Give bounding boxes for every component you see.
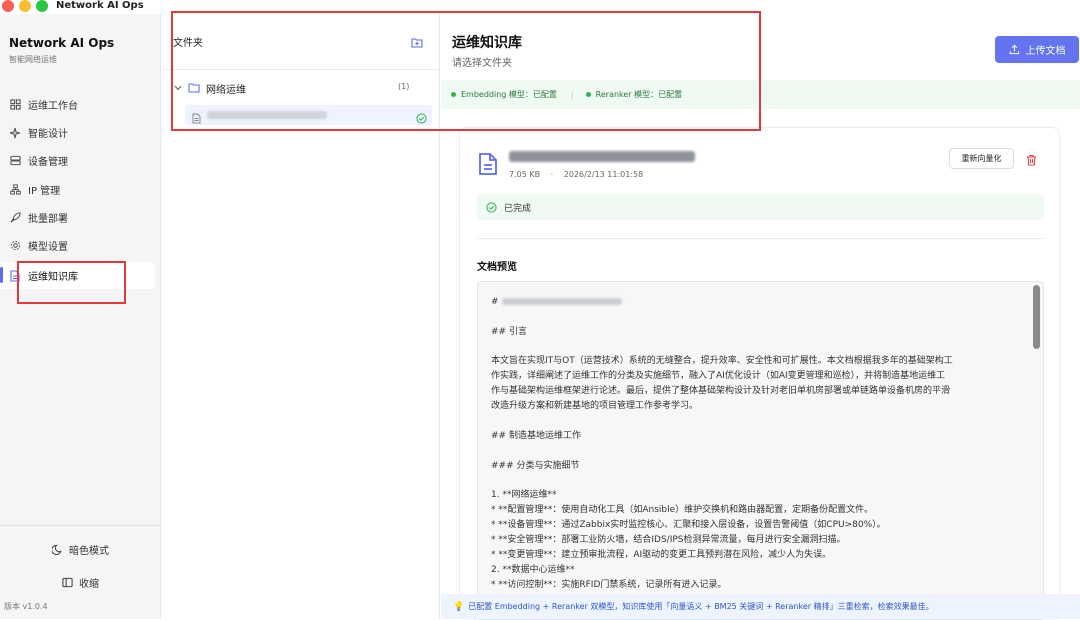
redacted-file-name xyxy=(207,111,327,119)
network-icon xyxy=(9,184,21,196)
sidebar: Network AI Ops 智能网络运维 运维工作台 智能设计 设备管理 IP… xyxy=(0,14,161,619)
retrieval-tip: 💡 已配置 Embedding + Reranker 双模型，知识库使用「向量语… xyxy=(441,594,1080,619)
preview-line: 本文旨在实现IT与OT（运营技术）系统的无缝整合，提升效率、安全性和可扩展性。本… xyxy=(491,356,953,366)
preview-line: 作与基础架构运维框架进行论述。最后，提供了整体基础架构设计及针对老旧单机房部署或… xyxy=(491,386,951,396)
page-subtitle: 请选择文件夹 xyxy=(452,58,512,69)
sidebar-item-label: 运维知识库 xyxy=(28,272,78,283)
model-status-bar: Embedding 模型：已配置 | Reranker 模型：已配置 xyxy=(441,80,1080,109)
embedding-status: Embedding 模型：已配置 xyxy=(461,90,557,99)
preview-line: ## 引言 xyxy=(491,327,527,337)
document-icon xyxy=(478,152,500,178)
document-card: 7.05 KB · 2026/2/13 11:01:58 重新向量化 已完成 文… xyxy=(459,127,1060,620)
sidebar-item-label: IP 管理 xyxy=(28,186,61,197)
preview-line: 改造升级方案和新建基地的项目管理工作参考学习。 xyxy=(491,401,699,411)
new-folder-icon[interactable] xyxy=(411,33,423,48)
upload-document-button[interactable]: 上传文档 xyxy=(995,36,1079,63)
status-separator: | xyxy=(570,90,574,99)
file-icon xyxy=(192,109,201,128)
sidebar-item-model-settings[interactable]: 模型设置 xyxy=(0,232,155,259)
sparkle-icon xyxy=(9,127,21,139)
dark-mode-label: 暗色模式 xyxy=(69,546,109,557)
minimize-window-button[interactable] xyxy=(19,0,31,12)
sidebar-item-workbench[interactable]: 运维工作台 xyxy=(0,91,155,118)
sidebar-item-label: 智能设计 xyxy=(28,129,68,140)
zoom-window-button[interactable] xyxy=(36,0,48,12)
meta-dot: · xyxy=(550,170,554,179)
app-brand: Network AI Ops xyxy=(9,36,115,50)
sidebar-item-devices[interactable]: 设备管理 xyxy=(0,147,155,174)
sidebar-item-ip[interactable]: IP 管理 xyxy=(0,176,155,203)
preview-line: # xyxy=(491,297,499,307)
chevron-down-icon[interactable] xyxy=(174,85,182,91)
status-dot xyxy=(585,92,591,97)
preview-title: 文档预览 xyxy=(477,262,517,273)
upload-icon xyxy=(1009,44,1020,55)
document-meta: 7.05 KB · 2026/2/13 11:01:58 xyxy=(509,170,643,179)
preview-line: ## 制造基地运维工作 xyxy=(491,431,581,441)
window-title: Network AI Ops xyxy=(56,0,144,11)
status-label: 已完成 xyxy=(504,203,532,214)
preview-line: 1. **网络运维** xyxy=(491,490,557,500)
close-window-button[interactable] xyxy=(2,0,14,12)
document-preview[interactable]: # ## 引言 本文旨在实现IT与OT（运营技术）系统的无缝整合，提升效率、安全… xyxy=(477,281,1044,620)
sidebar-item-label: 模型设置 xyxy=(28,242,68,253)
card-divider xyxy=(477,238,1044,239)
upload-label: 上传文档 xyxy=(1025,46,1066,57)
document-date: 2026/2/13 11:01:58 xyxy=(563,170,644,179)
status-badge: 已完成 xyxy=(477,194,1044,220)
document-icon xyxy=(9,269,21,282)
rocket-icon xyxy=(9,212,21,224)
redacted-document-title xyxy=(509,151,695,162)
folder-panel-divider xyxy=(162,69,440,70)
lightbulb-icon: 💡 xyxy=(453,601,465,612)
preview-line: * **安全管理**：部署工业防火墙，结合IDS/IPS检测异常流量，每月进行安… xyxy=(491,535,846,545)
check-circle-icon xyxy=(416,109,427,128)
window-titlebar: Network AI Ops xyxy=(0,0,1080,14)
sidebar-item-label: 批量部署 xyxy=(28,214,68,225)
dark-mode-toggle[interactable]: 暗色模式 xyxy=(0,542,161,557)
folder-count: (1) xyxy=(398,82,410,91)
sidebar-collapse-icon xyxy=(62,577,73,588)
sidebar-item-design[interactable]: 智能设计 xyxy=(0,119,155,146)
main-header: 运维知识库 请选择文件夹 上传文档 xyxy=(441,14,1080,80)
version-label: 版本 v1.0.4 xyxy=(4,602,48,611)
folder-panel: 文件夹 网络运维 (1) xyxy=(162,14,440,619)
preview-scrollbar[interactable] xyxy=(1033,285,1040,349)
app-subtitle: 智能网络运维 xyxy=(9,55,57,64)
sidebar-item-knowledge-base[interactable]: 运维知识库 xyxy=(0,262,155,289)
status-dot xyxy=(451,92,456,97)
sidebar-item-label: 运维工作台 xyxy=(28,101,78,112)
dashboard-icon xyxy=(9,99,21,111)
preview-line: 作实践，详细阐述了运维工作的分类及实施细节，融入了AI优化设计（如AI变更管理和… xyxy=(491,371,946,381)
file-list-item[interactable] xyxy=(185,105,432,125)
folder-name: 网络运维 xyxy=(206,84,246,96)
folder-icon xyxy=(188,83,200,93)
check-circle-icon xyxy=(486,201,497,213)
preview-line: * **设备管理**：通过Zabbix实时监控核心、汇聚和接入层设备，设置告警阈… xyxy=(491,520,886,530)
preview-line: * **访问控制**：实施RFID门禁系统，记录所有进入记录。 xyxy=(491,580,727,590)
preview-line: * **配置管理**：使用自动化工具（如Ansible）维护交换机和路由器配置，… xyxy=(491,505,874,515)
tip-text: 已配置 Embedding + Reranker 双模型，知识库使用「向量语义 … xyxy=(468,602,934,611)
moon-icon xyxy=(52,544,63,555)
document-size: 7.05 KB xyxy=(509,170,541,179)
server-icon xyxy=(9,155,21,167)
sidebar-divider xyxy=(0,525,161,526)
delete-icon[interactable] xyxy=(1026,151,1038,166)
folder-tree-item[interactable]: 网络运维 xyxy=(174,80,424,96)
sidebar-item-deploy[interactable]: 批量部署 xyxy=(0,204,155,231)
gear-icon xyxy=(9,240,21,252)
folder-panel-title: 文件夹 xyxy=(173,38,203,49)
collapse-label: 收缩 xyxy=(79,579,99,590)
preview-line: ### 分类与实施细节 xyxy=(491,461,580,471)
revectorize-button[interactable]: 重新向量化 xyxy=(949,148,1014,169)
active-indicator xyxy=(0,267,3,283)
collapse-sidebar-button[interactable]: 收缩 xyxy=(0,575,161,590)
preview-line: * **变更管理**：建立预审批流程，AI驱动的变更工具预判潜在风险，减少人为失… xyxy=(491,550,832,560)
preview-line: 2. **数据中心运维** xyxy=(491,565,575,575)
sidebar-item-label: 设备管理 xyxy=(28,157,68,168)
page-title: 运维知识库 xyxy=(452,35,522,51)
reranker-status: Reranker 模型：已配置 xyxy=(595,90,683,99)
redacted-heading xyxy=(502,298,622,305)
